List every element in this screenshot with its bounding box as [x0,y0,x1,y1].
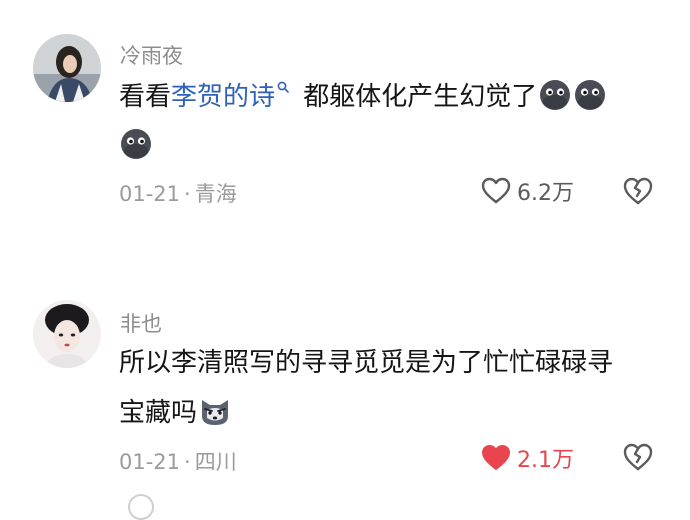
next-comment-avatar [128,494,154,520]
comment-text-line2: 宝藏吗 [119,394,232,430]
comment-text: 所以李清照写的寻寻觅觅是为了忙忙碌碌寻 [119,348,614,378]
like-count: 6.2万 [517,181,574,206]
avatar[interactable] [33,34,101,102]
comment-meta: 01-21 · 四川 [119,446,237,476]
comment-date: 01-21 [119,182,181,206]
username[interactable]: 非也 [120,308,162,338]
dislike-icon[interactable] [622,176,654,206]
comment-text-tail: 宝藏吗 [119,398,198,428]
search-link[interactable]: 李贺的诗 [171,82,275,112]
heart-outline-icon [481,177,511,204]
like-button[interactable]: 2.1万 [481,442,574,474]
comment-text: 看看李贺的诗 都躯体化产生幻觉了 [119,78,607,114]
comment-location: 青海 [194,182,237,206]
like-count: 2.1万 [517,448,574,473]
comment-date: 01-21 [119,450,181,474]
dark-ball-emoji [575,80,606,110]
husky-emoji [202,400,229,425]
comment-text-suffix: 都躯体化产生幻觉了 [303,82,538,112]
comment-location: 四川 [194,450,237,474]
username[interactable]: 冷雨夜 [120,40,183,70]
dislike-icon[interactable] [622,442,654,472]
like-button[interactable]: 6.2万 [481,175,574,207]
comment-text-prefix: 看看 [119,82,172,112]
dark-ball-emoji [540,80,571,110]
heart-filled-icon [482,445,510,470]
meta-separator: · [184,450,191,474]
comment-item: 冷雨夜 看看李贺的诗 都躯体化产生幻觉了 01-21 · 青海 6.2万 [0,0,690,250]
search-icon [277,81,289,93]
comment-item: 非也 所以李清照写的寻寻觅觅是为了忙忙碌碌寻 宝藏吗 01-21 · 四川 2.1万 [0,290,690,490]
meta-separator: · [184,182,191,206]
dark-ball-emoji [121,129,151,159]
comment-text-line2 [119,127,153,163]
comment-meta: 01-21 · 青海 [119,178,237,208]
avatar[interactable] [33,300,101,368]
